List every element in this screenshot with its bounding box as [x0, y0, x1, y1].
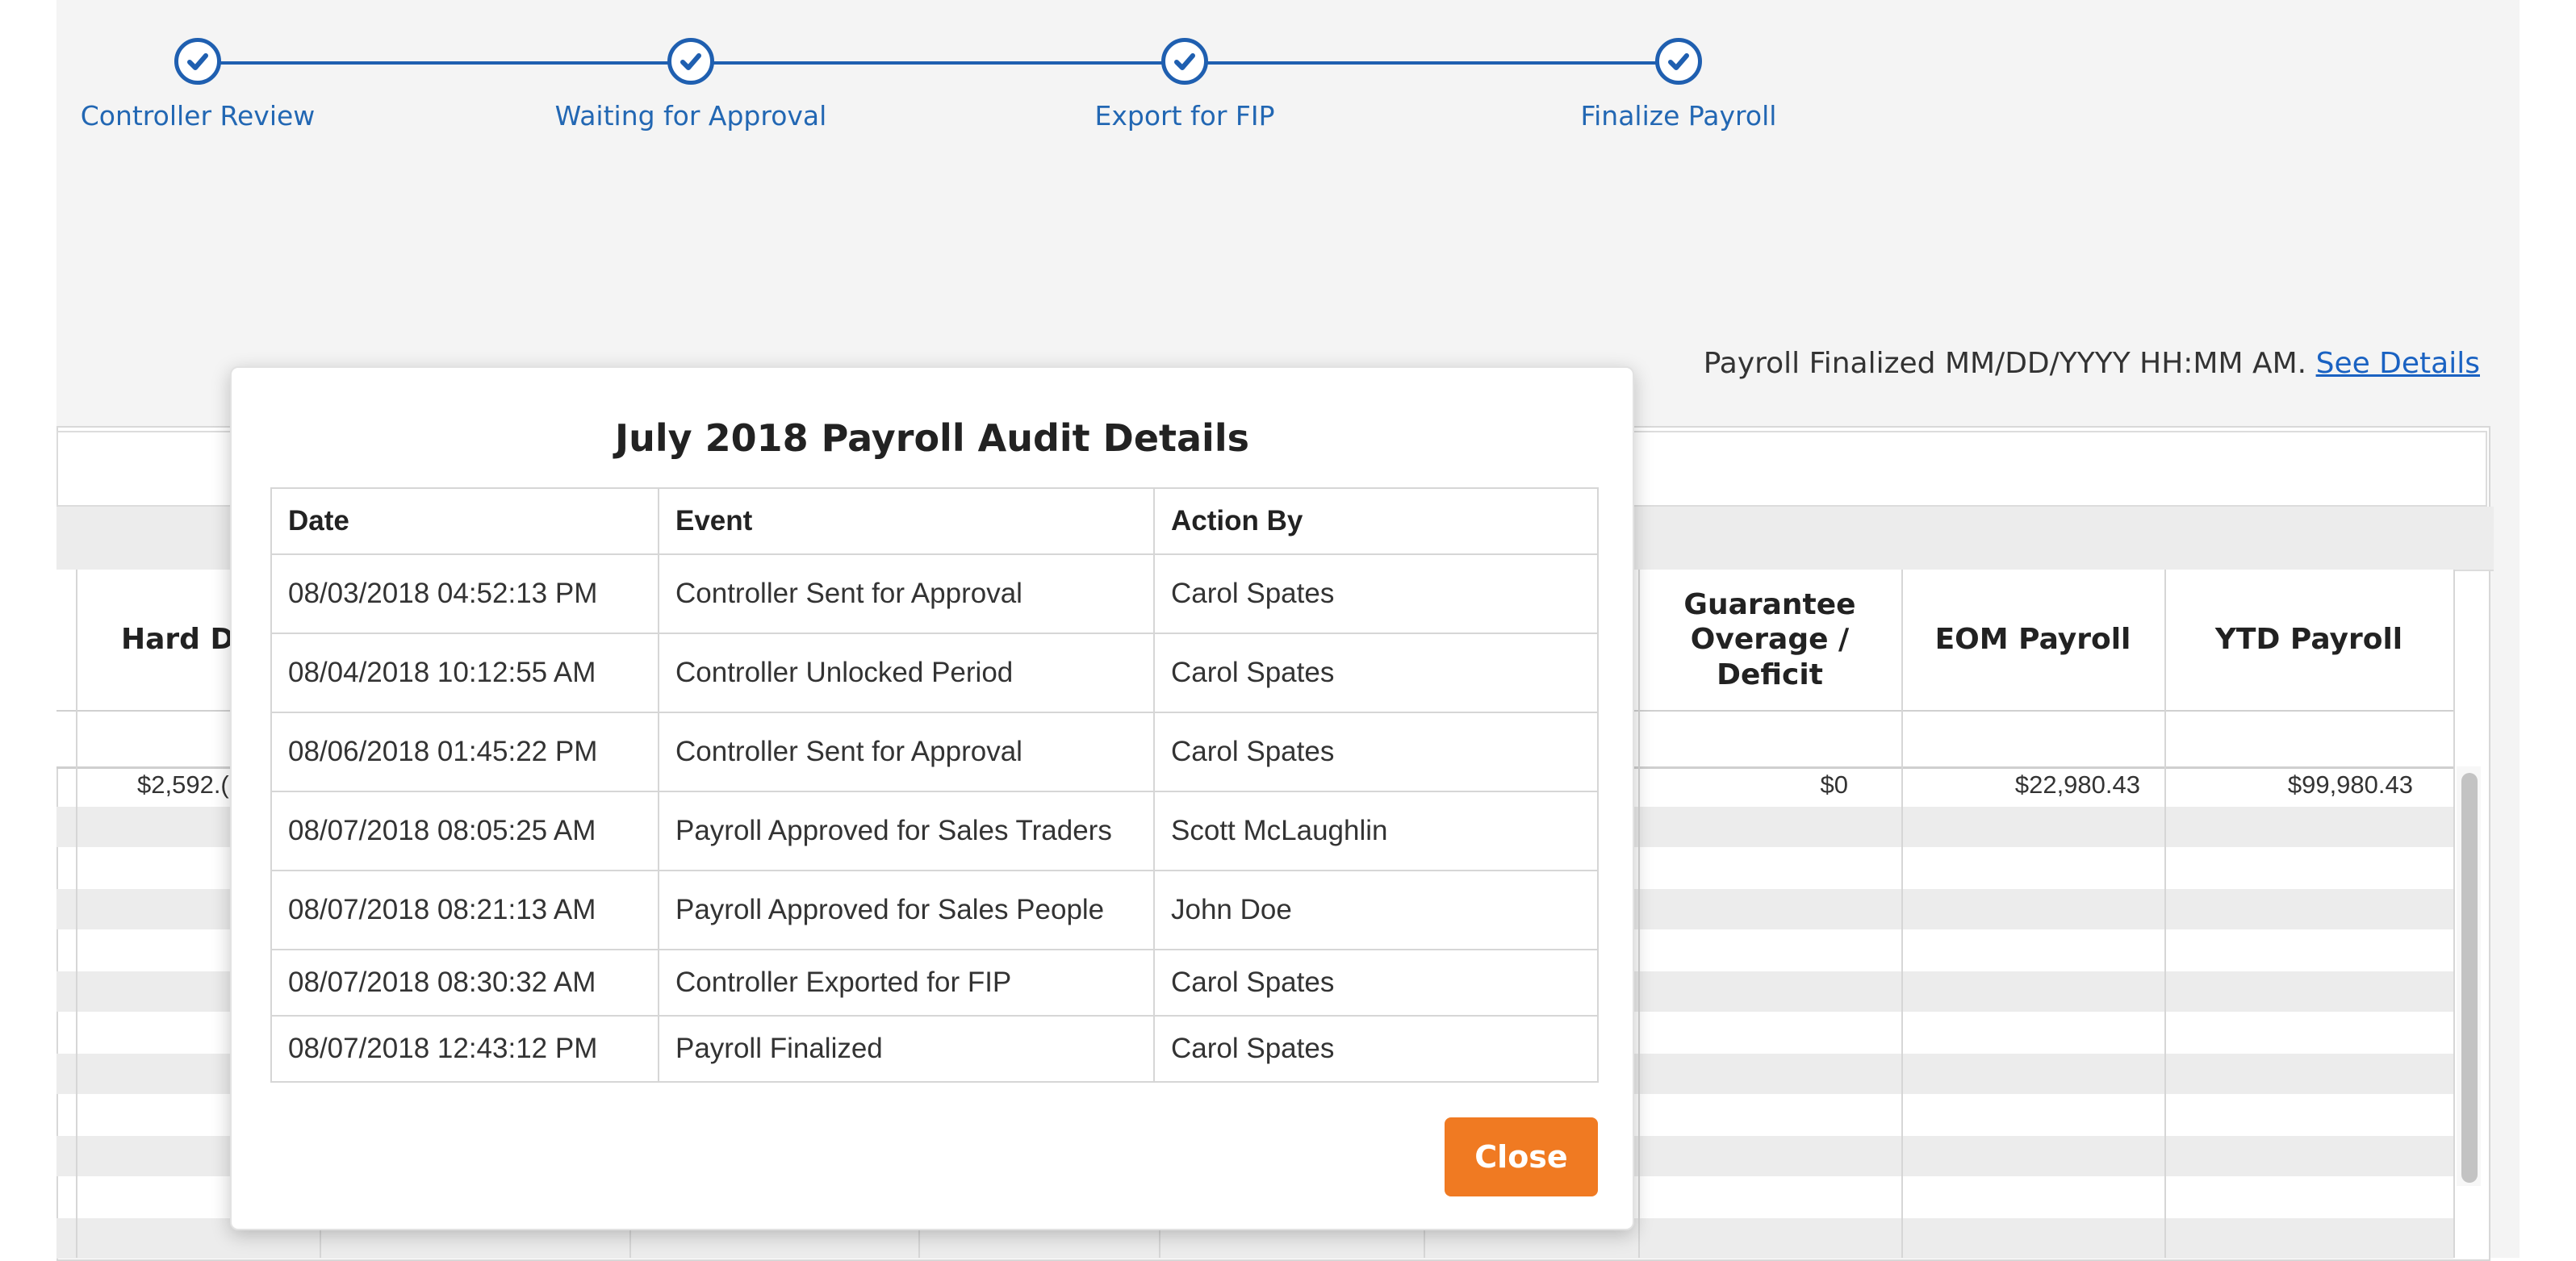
table-row: 08/04/2018 10:12:55 AM Controller Unlock…: [270, 633, 1599, 713]
step-3-label: Export for FIP: [1094, 100, 1275, 132]
payroll-finalized-text: Payroll Finalized MM/DD/YYYY HH:MM AM.: [1703, 347, 2307, 380]
payroll-finalized-status: Payroll Finalized MM/DD/YYYY HH:MM AM. S…: [1704, 347, 2480, 380]
cell-date: 08/06/2018 01:45:22 PM: [270, 712, 659, 792]
cell-date: 08/07/2018 08:05:25 AM: [270, 791, 659, 871]
cell-date: 08/07/2018 08:30:32 AM: [270, 949, 659, 1017]
cell-eom-payroll: $22,980.43: [2014, 770, 2140, 799]
close-button[interactable]: Close: [1445, 1117, 1598, 1196]
step-3-check-icon: [1161, 38, 1208, 85]
step-4-check-icon: [1655, 38, 1702, 85]
audit-table: Date Event Action By 08/03/2018 04:52:13…: [270, 487, 1599, 1083]
cell-action-by: Carol Spates: [1153, 949, 1599, 1017]
cell-action-by: Carol Spates: [1153, 712, 1599, 792]
cell-event: Payroll Finalized: [658, 1015, 1155, 1083]
cell-action-by: Carol Spates: [1153, 633, 1599, 713]
cell-action-by: John Doe: [1153, 870, 1599, 950]
column-header-guarantee[interactable]: Guarantee Overage / Deficit: [1638, 570, 1901, 710]
column-header-ytd-payroll[interactable]: YTD Payroll: [2164, 570, 2453, 710]
table-row: 08/07/2018 08:05:25 AM Payroll Approved …: [270, 791, 1599, 871]
see-details-link[interactable]: See Details: [2316, 347, 2480, 380]
grid-column-divider: [2453, 570, 2455, 1258]
cell-date: 08/03/2018 04:52:13 PM: [270, 553, 659, 634]
column-header-date: Date: [270, 487, 659, 555]
cell-event: Controller Sent for Approval: [658, 553, 1155, 634]
table-row: 08/07/2018 08:21:13 AM Payroll Approved …: [270, 870, 1599, 950]
cell-event: Controller Unlocked Period: [658, 633, 1155, 713]
step-2-label: Waiting for Approval: [554, 100, 827, 132]
cell-action-by: Carol Spates: [1153, 553, 1599, 634]
step-2-check-icon: [667, 38, 714, 85]
cell-date: 08/04/2018 10:12:55 AM: [270, 633, 659, 713]
cell-event: Payroll Approved for Sales Traders: [658, 791, 1155, 871]
table-row: 08/03/2018 04:52:13 PM Controller Sent f…: [270, 553, 1599, 634]
column-header-event: Event: [658, 487, 1155, 555]
cell-action-by: Scott McLaughlin: [1153, 791, 1599, 871]
table-row: 08/06/2018 01:45:22 PM Controller Sent f…: [270, 712, 1599, 792]
grid-scrollbar-thumb[interactable]: [2461, 773, 2478, 1183]
table-row: 08/07/2018 12:43:12 PM Payroll Finalized…: [270, 1015, 1599, 1083]
step-1-label: Controller Review: [80, 100, 316, 132]
column-header-eom-payroll[interactable]: EOM Payroll: [1901, 570, 2164, 710]
cell-action-by: Carol Spates: [1153, 1015, 1599, 1083]
cell-event: Payroll Approved for Sales People: [658, 870, 1155, 950]
cell-ytd-payroll: $99,980.43: [2287, 770, 2413, 799]
cell-date: 08/07/2018 08:21:13 AM: [270, 870, 659, 950]
stepper-connector-line: [198, 61, 1679, 65]
cell-event: Controller Sent for Approval: [658, 712, 1155, 792]
cell-date: 08/07/2018 12:43:12 PM: [270, 1015, 659, 1083]
cell-hard-do: $2,592.(: [137, 770, 229, 799]
column-header-action-by: Action By: [1153, 487, 1599, 555]
step-4-label: Finalize Payroll: [1580, 100, 1777, 132]
audit-table-header-row: Date Event Action By: [270, 487, 1599, 555]
table-row: 08/07/2018 08:30:32 AM Controller Export…: [270, 949, 1599, 1017]
cell-event: Controller Exported for FIP: [658, 949, 1155, 1017]
audit-details-modal: July 2018 Payroll Audit Details Date Eve…: [230, 366, 1634, 1230]
modal-title: July 2018 Payroll Audit Details: [615, 416, 1249, 460]
cell-guarantee: $0: [1820, 770, 1848, 799]
step-1-check-icon: [174, 38, 221, 85]
